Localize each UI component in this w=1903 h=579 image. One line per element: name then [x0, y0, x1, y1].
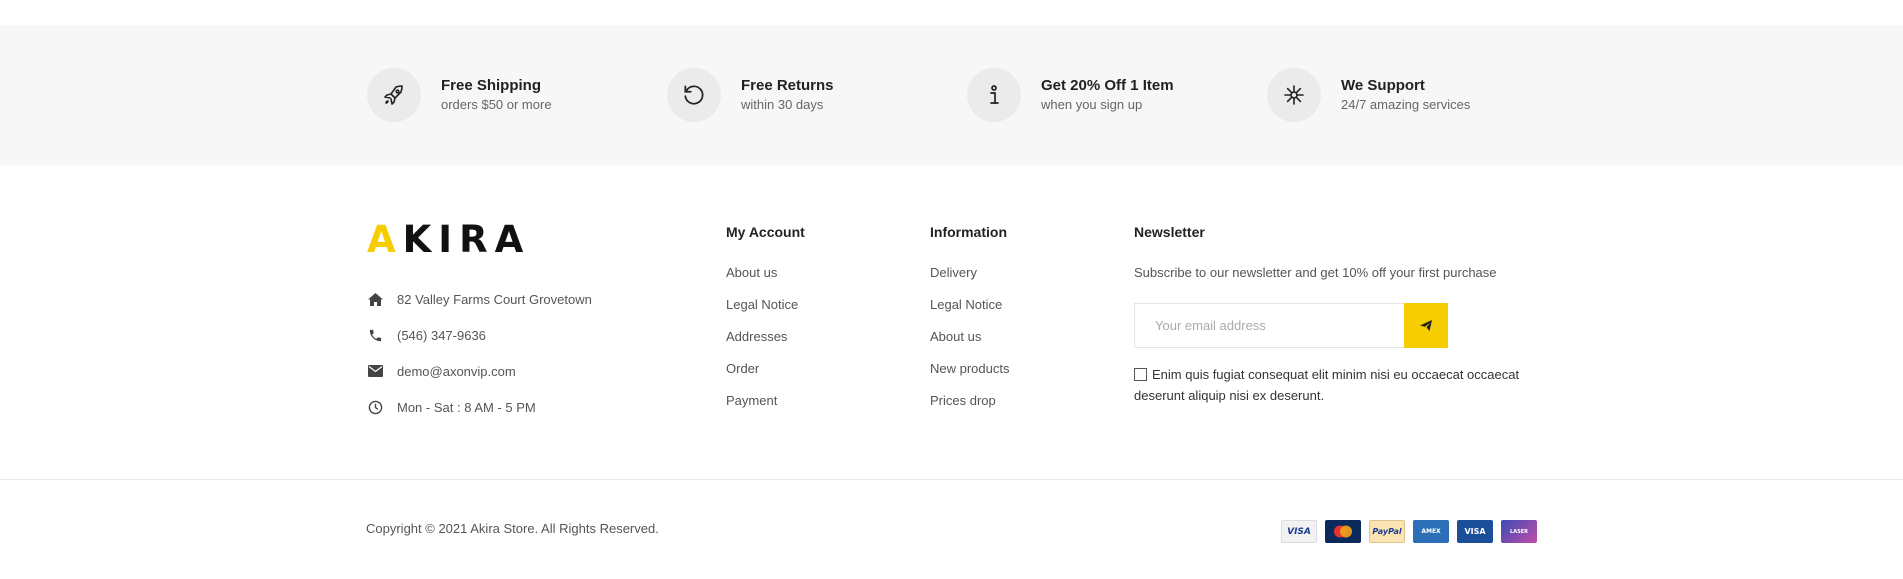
information-link-delivery[interactable]: Delivery — [930, 265, 1009, 297]
brand-logo[interactable]: AKIRA — [367, 221, 530, 258]
feature-title: We Support — [1341, 77, 1425, 94]
payment-methods: VISA PayPal AMEX VISA LASER — [1281, 520, 1537, 543]
my-account-heading: My Account — [726, 224, 805, 240]
feature-subtitle: orders $50 or more — [441, 97, 552, 112]
mastercard-icon — [1325, 520, 1361, 543]
refresh-icon — [667, 68, 721, 122]
consent-checkbox[interactable] — [1134, 368, 1147, 381]
copyright-text: Copyright © 2021 Akira Store. All Rights… — [366, 521, 659, 536]
contact-address: 82 Valley Farms Court Grovetown — [366, 281, 592, 317]
footer-divider — [0, 479, 1903, 480]
information-link-new-products[interactable]: New products — [930, 361, 1009, 393]
newsletter-form — [1134, 303, 1448, 348]
clock-icon — [366, 398, 384, 416]
contact-email-text[interactable]: demo@axonvip.com — [397, 364, 516, 379]
contact-address-text: 82 Valley Farms Court Grovetown — [397, 291, 592, 307]
feature-subtitle: within 30 days — [741, 97, 824, 112]
contact-phone: (546) 347-9636 — [366, 317, 592, 353]
newsletter-column: Newsletter Subscribe to our newsletter a… — [1134, 223, 1574, 423]
laser-icon: LASER — [1501, 520, 1537, 543]
my-account-link-legal[interactable]: Legal Notice — [726, 297, 805, 329]
contact-hours-text: Mon - Sat : 8 AM - 5 PM — [397, 399, 536, 415]
consent-text: Enim quis fugiat consequat elit minim ni… — [1134, 367, 1520, 403]
information-link-prices-drop[interactable]: Prices drop — [930, 393, 1009, 425]
contact-email: demo@axonvip.com — [366, 353, 592, 389]
rocket-icon — [367, 68, 421, 122]
feature-title: Get 20% Off 1 Item — [1041, 77, 1174, 94]
logo-accent-letter: A — [367, 218, 403, 261]
feature-title: Free Shipping — [441, 77, 542, 94]
feature-support: We Support 24/7 amazing services — [1267, 68, 1470, 122]
amex-icon: AMEX — [1413, 520, 1449, 543]
visa-electron-icon: VISA — [1457, 520, 1493, 543]
logo-text: KIRA — [402, 218, 531, 261]
contact-info: 82 Valley Farms Court Grovetown (546) 34… — [366, 281, 592, 425]
information-link-legal[interactable]: Legal Notice — [930, 297, 1009, 329]
home-icon — [366, 290, 384, 308]
feature-free-returns: Free Returns within 30 days — [667, 68, 834, 122]
contact-hours: Mon - Sat : 8 AM - 5 PM — [366, 389, 592, 425]
feature-discount: Get 20% Off 1 Item when you sign up — [967, 68, 1174, 122]
my-account-column: My Account About us Legal Notice Address… — [726, 223, 805, 425]
info-icon — [967, 68, 1021, 122]
visa-icon: VISA — [1281, 520, 1317, 543]
phone-icon — [366, 326, 384, 344]
feature-title: Free Returns — [741, 77, 834, 94]
newsletter-description: Subscribe to our newsletter and get 10% … — [1134, 265, 1497, 280]
newsletter-consent: Enim quis fugiat consequat elit minim ni… — [1134, 364, 1554, 406]
newsletter-email-input[interactable] — [1134, 303, 1404, 348]
feature-subtitle: when you sign up — [1041, 97, 1143, 112]
newsletter-heading: Newsletter — [1134, 224, 1205, 240]
newsletter-submit-button[interactable] — [1404, 303, 1448, 348]
information-link-about[interactable]: About us — [930, 329, 1009, 361]
information-column: Information Delivery Legal Notice About … — [930, 223, 1009, 425]
my-account-link-payment[interactable]: Payment — [726, 393, 805, 425]
feature-subtitle: 24/7 amazing services — [1341, 97, 1471, 112]
my-account-link-order[interactable]: Order — [726, 361, 805, 393]
my-account-link-about[interactable]: About us — [726, 265, 805, 297]
feature-free-shipping: Free Shipping orders $50 or more — [367, 68, 552, 122]
contact-phone-text[interactable]: (546) 347-9636 — [397, 328, 486, 343]
information-heading: Information — [930, 224, 1007, 240]
paypal-icon: PayPal — [1369, 520, 1405, 543]
support-icon — [1267, 68, 1321, 122]
my-account-link-addresses[interactable]: Addresses — [726, 329, 805, 361]
send-icon — [1420, 320, 1432, 331]
envelope-icon — [366, 362, 384, 380]
features-strip: Free Shipping orders $50 or more Free Re… — [0, 25, 1903, 165]
